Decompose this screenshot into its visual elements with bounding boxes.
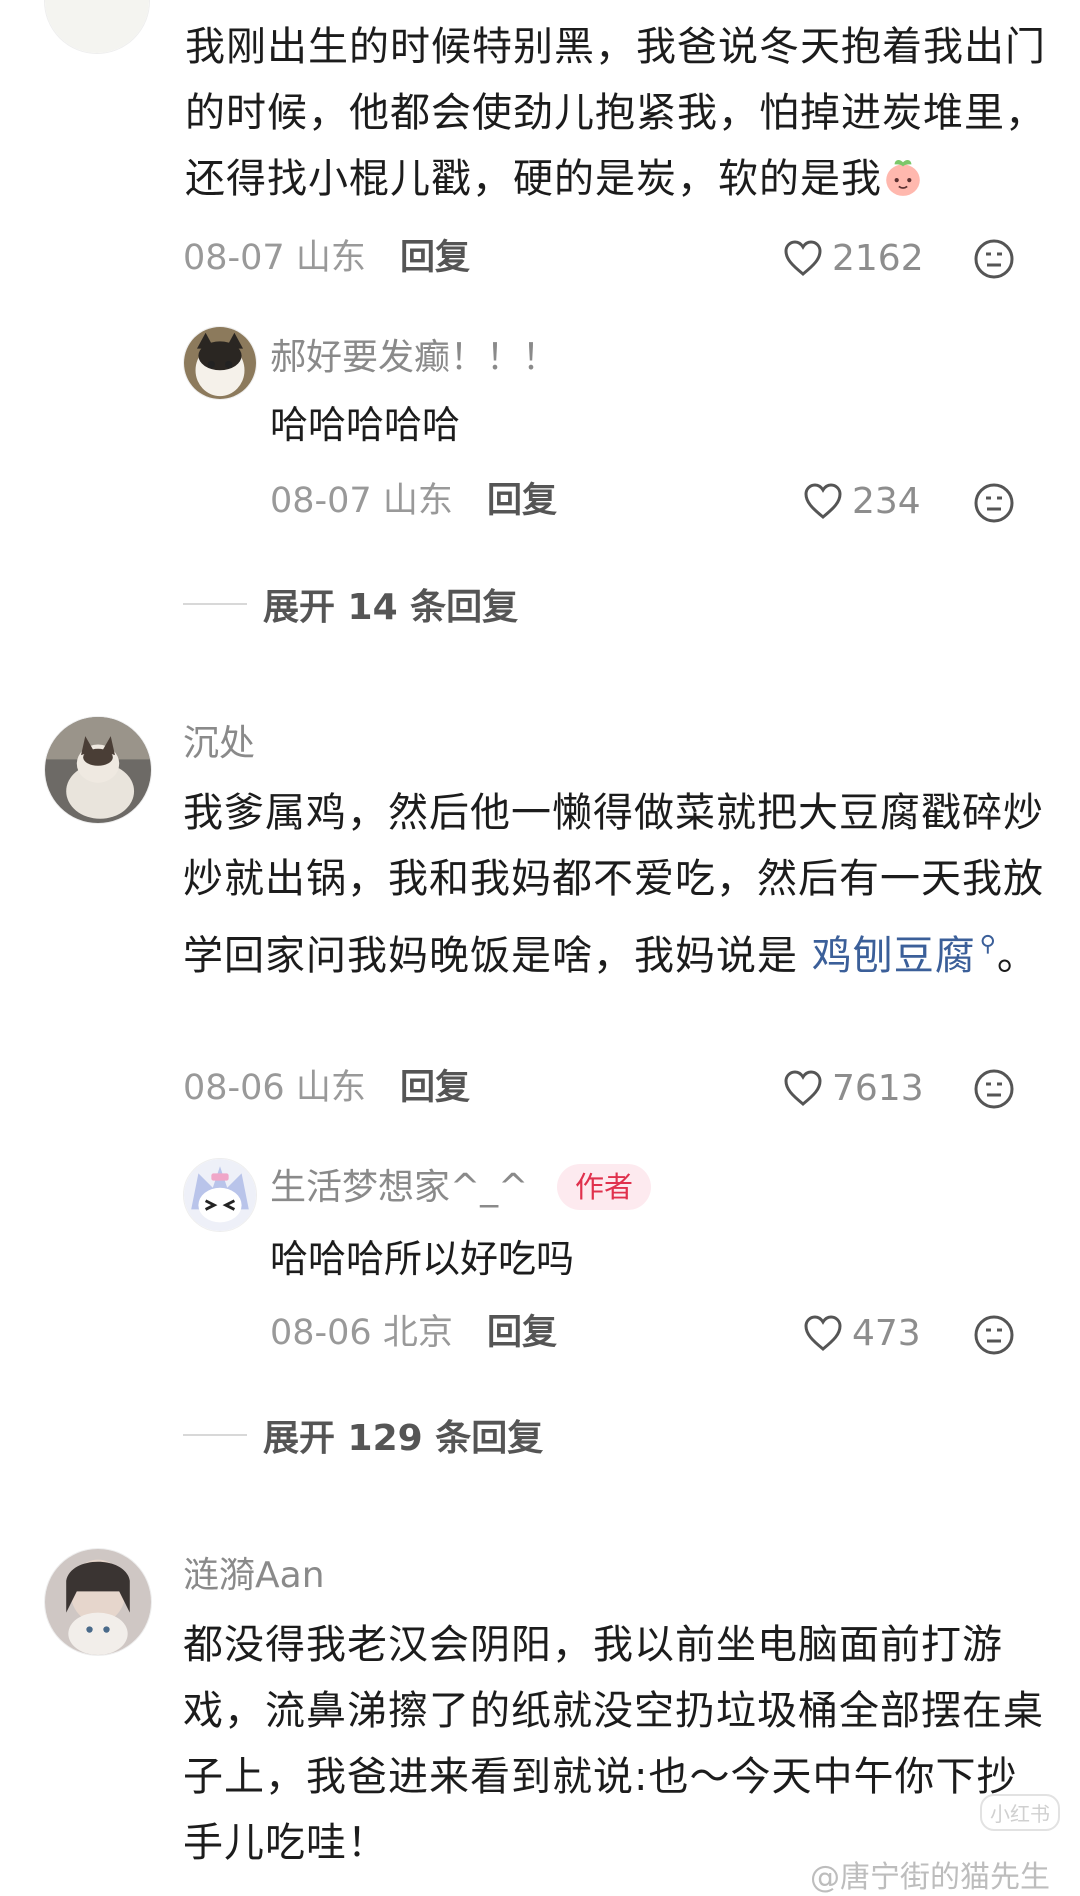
reply-location: 北京	[382, 1313, 453, 1353]
search-link[interactable]: 鸡刨豆腐	[812, 933, 976, 979]
expand-replies-button[interactable]: 展开 129 条回复	[183, 1409, 543, 1461]
reply-button[interactable]: 回复	[487, 1311, 557, 1355]
avatar[interactable]	[44, 1548, 152, 1656]
reply-text: 哈哈哈所以好吃吗	[270, 1237, 575, 1281]
comment-date: 08-07	[183, 238, 285, 278]
like-count: 234	[852, 480, 921, 522]
watermark-text: @唐宁街的猫先生	[810, 1860, 1050, 1895]
reply-avatar[interactable]	[183, 1158, 257, 1232]
avatar[interactable]	[44, 0, 150, 54]
heart-icon	[784, 240, 822, 276]
dislike-icon[interactable]	[973, 482, 1015, 524]
like-button[interactable]: 234	[802, 479, 921, 523]
comment-location: 山东	[295, 1068, 366, 1108]
author-badge: 作者	[557, 1164, 652, 1210]
comment-location: 山东	[295, 238, 366, 278]
avatar[interactable]	[44, 716, 152, 824]
dislike-icon[interactable]	[973, 1314, 1015, 1356]
dislike-icon[interactable]	[973, 1068, 1015, 1110]
reply-button[interactable]: 回复	[400, 1066, 470, 1110]
like-count: 473	[852, 1312, 921, 1354]
reply-button[interactable]: 回复	[400, 236, 470, 280]
reply-date: 08-07	[270, 481, 372, 521]
comment-text: 我刚出生的时候特别黑，我爸说冬天抱着我出门的时候，他都会使劲儿抱紧我，怕掉进炭堆…	[185, 24, 1046, 202]
like-count: 2162	[832, 237, 924, 279]
comment-text: 都没得我老汉会阴阳，我以前坐电脑面前打游戏，流鼻涕擦了的纸就没空扔垃圾桶全部摆在…	[183, 1622, 1044, 1866]
reply-text: 哈哈哈哈哈	[270, 403, 461, 447]
expand-replies-button[interactable]: 展开 14 条回复	[183, 578, 518, 630]
reply-location: 山东	[382, 481, 453, 521]
reply-username[interactable]: 郝好要发癫！！！	[270, 336, 558, 380]
dislike-icon[interactable]	[973, 238, 1015, 280]
expand-replies-label: 展开 129 条回复	[263, 1418, 544, 1459]
heart-icon	[804, 483, 842, 519]
comment-username[interactable]: 沉处	[183, 722, 255, 766]
divider	[183, 603, 247, 605]
divider	[183, 1434, 247, 1436]
expand-replies-label: 展开 14 条回复	[263, 587, 519, 628]
reply-date: 08-06	[270, 1313, 372, 1353]
comment-meta: 08-06 山东	[183, 1066, 366, 1110]
reply-button[interactable]: 回复	[487, 479, 557, 523]
comment-text: 我爹属鸡，然后他一懒得做菜就把大豆腐戳碎炒炒就出锅，我和我妈都不爱吃，然后有一天…	[183, 790, 1044, 979]
reply-meta: 08-07 山东	[270, 479, 453, 523]
heart-icon	[804, 1315, 842, 1351]
comment-date: 08-06	[183, 1068, 285, 1108]
comment-username[interactable]: 涟漪Aan	[183, 1554, 325, 1598]
watermark-logo: 小红书	[980, 1794, 1060, 1831]
reply-username[interactable]: 生活梦想家^_^	[270, 1166, 528, 1210]
like-count: 7613	[832, 1067, 924, 1109]
like-button[interactable]: 473	[802, 1311, 921, 1355]
like-button[interactable]: 7613	[782, 1066, 924, 1110]
like-button[interactable]: 2162	[782, 236, 924, 280]
peach-face-emoji-icon	[882, 152, 924, 196]
reply-meta: 08-06 北京	[270, 1311, 453, 1355]
search-icon: ⚲	[979, 932, 997, 957]
comment-meta: 08-07 山东	[183, 236, 366, 280]
reply-avatar[interactable]	[183, 326, 257, 400]
heart-icon	[784, 1070, 822, 1106]
